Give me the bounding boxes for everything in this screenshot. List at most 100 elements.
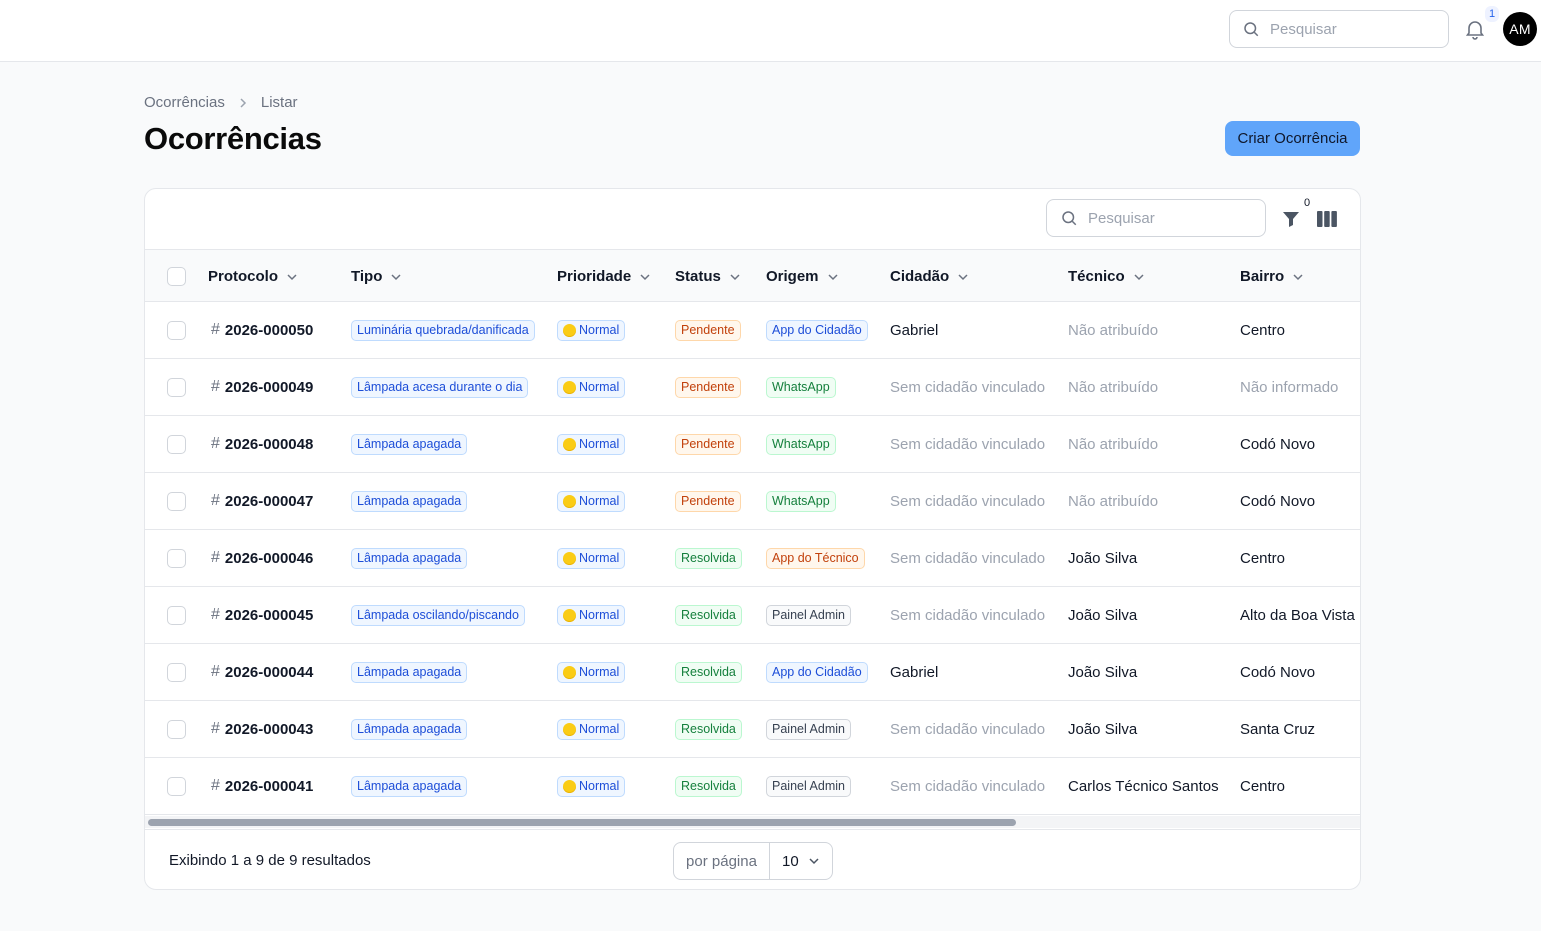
row-checkbox[interactable]	[167, 720, 186, 739]
origin-badge: Painel Admin	[766, 775, 851, 797]
priority-label: Normal	[579, 722, 620, 736]
priority-label: Normal	[579, 323, 620, 337]
chevron-down-icon	[827, 271, 839, 283]
yellow-circle-icon	[563, 608, 576, 622]
column-header-bairro[interactable]: Bairro	[1240, 250, 1304, 303]
protocol-number: 2026-000046	[224, 549, 314, 567]
table-row[interactable]: #2026-000043 Lâmpada apagada Normal Resolvi…	[145, 701, 1360, 758]
column-header-origem[interactable]: Origem	[766, 250, 839, 303]
table-row[interactable]: #2026-000050 Luminária quebrada/danificad…	[145, 302, 1360, 359]
priority-cell: Normal	[557, 758, 626, 814]
user-avatar[interactable]: AM	[1503, 12, 1537, 46]
citizen-cell: Sem cidadão vinculado	[890, 720, 1046, 738]
column-header-tecnico[interactable]: Técnico	[1068, 250, 1145, 303]
protocol-cell[interactable]: #2026-000046	[211, 530, 313, 586]
protocol-cell[interactable]: #2026-000044	[211, 644, 313, 700]
technician-cell: João Silva	[1068, 549, 1138, 567]
priority-badge: Normal	[557, 433, 626, 455]
filter-icon[interactable]	[1281, 209, 1301, 229]
priority-label: Normal	[579, 380, 620, 394]
row-checkbox[interactable]	[167, 549, 186, 568]
chevron-down-icon	[286, 271, 298, 283]
table-row[interactable]: #2026-000046 Lâmpada apagada Normal Resolvi…	[145, 530, 1360, 587]
table-header: Protocolo Tipo Prioridade Status Origem …	[145, 249, 1360, 303]
status-cell: Resolvida	[675, 644, 742, 700]
status-badge: Pendente	[675, 319, 741, 341]
table-search-input[interactable]	[1088, 209, 1248, 227]
type-badge: Lâmpada acesa durante o dia	[351, 376, 529, 398]
table-row[interactable]: #2026-000048 Lâmpada apagada Normal Pendent…	[145, 416, 1360, 473]
global-search-input[interactable]	[1270, 20, 1430, 38]
protocol-cell[interactable]: #2026-000047	[211, 473, 313, 529]
table-row[interactable]: #2026-000049 Lâmpada acesa durante o dia N…	[145, 359, 1360, 416]
table-row[interactable]: #2026-000041 Lâmpada apagada Normal Resolvi…	[145, 758, 1360, 815]
status-cell: Resolvida	[675, 530, 742, 586]
row-checkbox[interactable]	[167, 492, 186, 511]
protocol-cell[interactable]: #2026-000050	[211, 302, 313, 358]
neighborhood-cell: Santa Cruz	[1240, 720, 1316, 738]
origin-badge: App do Cidadão	[766, 661, 868, 683]
protocol-number: 2026-000049	[224, 378, 314, 396]
yellow-circle-icon	[563, 494, 576, 508]
neighborhood-cell: Centro	[1240, 549, 1286, 567]
priority-label: Normal	[579, 437, 620, 451]
column-header-cidadao[interactable]: Cidadão	[890, 250, 969, 303]
table-row[interactable]: #2026-000045 Lâmpada oscilando/piscando No…	[145, 587, 1360, 644]
column-label: Bairro	[1240, 268, 1285, 285]
status-cell: Pendente	[675, 473, 741, 529]
status-badge: Pendente	[675, 433, 741, 455]
protocol-cell[interactable]: #2026-000041	[211, 758, 313, 814]
bell-icon[interactable]	[1463, 17, 1487, 41]
page-title: Ocorrências	[144, 121, 322, 156]
table-search[interactable]	[1046, 199, 1266, 237]
column-header-prioridade[interactable]: Prioridade	[557, 250, 651, 303]
status-cell: Resolvida	[675, 587, 742, 643]
table-row[interactable]: #2026-000044 Lâmpada apagada Normal Resolvi…	[145, 644, 1360, 701]
column-header-status[interactable]: Status	[675, 250, 741, 303]
row-checkbox[interactable]	[167, 777, 186, 796]
row-checkbox[interactable]	[167, 321, 186, 340]
protocol-cell[interactable]: #2026-000043	[211, 701, 313, 757]
type-cell: Lâmpada apagada	[351, 644, 468, 700]
row-checkbox[interactable]	[167, 378, 186, 397]
columns-toggle-icon[interactable]	[1317, 210, 1337, 228]
protocol-cell[interactable]: #2026-000048	[211, 416, 313, 472]
create-occurrence-button[interactable]: Criar Ocorrência	[1225, 121, 1360, 156]
row-checkbox[interactable]	[167, 606, 186, 625]
select-all-checkbox[interactable]	[167, 267, 186, 286]
table-row[interactable]: #2026-000047 Lâmpada apagada Normal Pendent…	[145, 473, 1360, 530]
occurrences-table-card: 0 Protocolo Tipo Prioridade Status Orige…	[144, 188, 1361, 890]
technician-cell: João Silva	[1068, 606, 1138, 624]
row-checkbox[interactable]	[167, 663, 186, 682]
neighborhood-cell: Alto da Boa Vista	[1240, 606, 1355, 624]
type-badge: Lâmpada apagada	[351, 547, 468, 569]
status-badge: Resolvida	[675, 604, 742, 626]
hash-icon: #	[211, 492, 220, 509]
hash-icon: #	[211, 435, 220, 452]
priority-badge: Normal	[557, 775, 626, 797]
column-label: Cidadão	[890, 268, 950, 285]
column-header-protocolo[interactable]: Protocolo	[208, 250, 298, 303]
origin-cell: Painel Admin	[766, 587, 851, 643]
column-header-tipo[interactable]: Tipo	[351, 250, 402, 303]
global-search[interactable]	[1229, 10, 1449, 48]
protocol-cell[interactable]: #2026-000045	[211, 587, 313, 643]
neighborhood-cell: Não informado	[1240, 378, 1339, 396]
breadcrumb-item-ocorrencias[interactable]: Ocorrências	[144, 94, 225, 111]
per-page-select[interactable]: 10	[770, 853, 832, 870]
technician-cell: Não atribuído	[1068, 435, 1159, 453]
protocol-cell[interactable]: #2026-000049	[211, 359, 313, 415]
type-cell: Lâmpada apagada	[351, 758, 468, 814]
row-checkbox[interactable]	[167, 435, 186, 454]
type-cell: Lâmpada apagada	[351, 416, 468, 472]
yellow-circle-icon	[563, 722, 576, 736]
origin-cell: App do Cidadão	[766, 644, 868, 700]
priority-label: Normal	[579, 608, 620, 622]
technician-cell: João Silva	[1068, 663, 1138, 681]
hash-icon: #	[211, 378, 220, 395]
status-badge: Resolvida	[675, 661, 742, 683]
type-cell: Luminária quebrada/danificada	[351, 302, 535, 358]
horizontal-scrollbar[interactable]	[148, 819, 1016, 826]
type-badge: Lâmpada apagada	[351, 490, 468, 512]
origin-cell: App do Cidadão	[766, 302, 868, 358]
